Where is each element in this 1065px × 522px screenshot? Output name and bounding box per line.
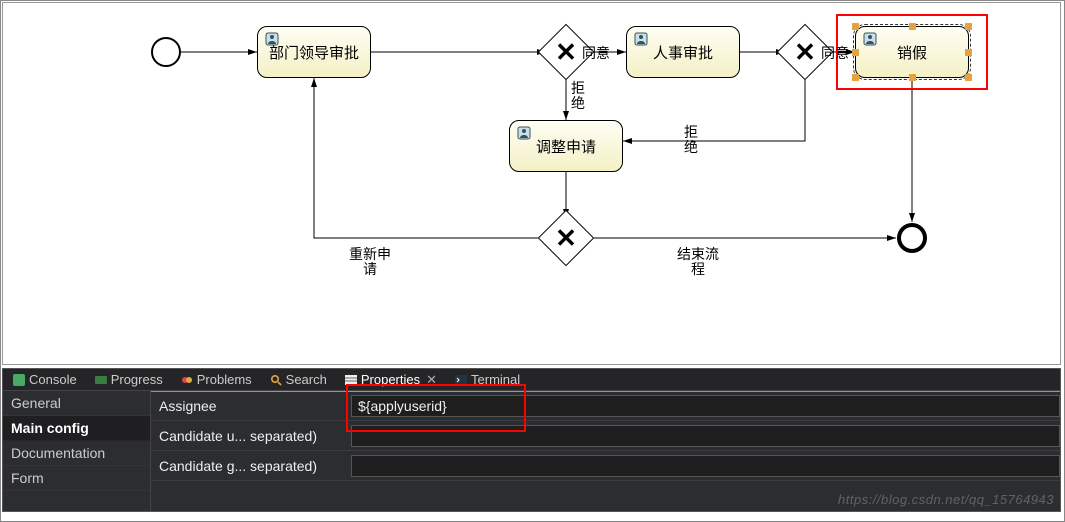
candidate-users-input[interactable] [351, 425, 1060, 447]
tab-console[interactable]: Console [7, 371, 83, 388]
task-hr-approval[interactable]: 人事审批 [626, 26, 740, 78]
resize-handle[interactable] [909, 74, 916, 81]
tab-properties[interactable]: Properties ✕ [339, 371, 443, 389]
tab-label: Search [286, 372, 327, 387]
assignee-label: Assignee [151, 398, 351, 414]
resize-handle[interactable] [909, 23, 916, 30]
resize-handle[interactable] [852, 74, 859, 81]
user-task-icon [863, 32, 877, 46]
sidebar-item-main-config[interactable]: Main config [3, 416, 150, 441]
flow-label-agree: 同意 [582, 46, 610, 61]
problems-icon [181, 374, 193, 386]
search-icon [270, 374, 282, 386]
flow-label-end-flow: 结束流 程 [677, 247, 719, 278]
task-label: 销假 [897, 42, 927, 63]
resize-handle[interactable] [852, 23, 859, 30]
resize-handle[interactable] [965, 23, 972, 30]
start-event[interactable] [151, 37, 181, 67]
resize-handle[interactable] [965, 49, 972, 56]
flow-label-resubmit: 重新申 请 [349, 247, 391, 278]
tab-label: Terminal [471, 372, 520, 387]
resize-handle[interactable] [965, 74, 972, 81]
bpmn-canvas[interactable]: 部门领导审批 ✕ 人事审批 ✕ 销假 调整申请 ✕ 同意 [2, 2, 1061, 365]
tab-label: Problems [197, 372, 252, 387]
task-dept-leader-approval[interactable]: 部门领导审批 [257, 26, 371, 78]
bottom-panel: Console Progress Problems Search Propert… [2, 368, 1061, 512]
properties-sidebar: General Main config Documentation Form [3, 391, 151, 511]
watermark-text: https://blog.csdn.net/qq_15764943 [838, 492, 1054, 507]
tab-label: Properties [361, 372, 420, 387]
tab-terminal[interactable]: Terminal [449, 371, 526, 388]
user-task-icon [265, 32, 279, 46]
gateway-after-adjust[interactable]: ✕ [538, 210, 595, 267]
properties-icon [345, 374, 357, 386]
panel-tabbar: Console Progress Problems Search Propert… [3, 369, 1060, 391]
flow-label-reject: 拒 绝 [571, 81, 585, 112]
tab-label: Progress [111, 372, 163, 387]
tab-progress[interactable]: Progress [89, 371, 169, 388]
task-cancel-leave[interactable]: 销假 [855, 26, 969, 78]
tab-label: Console [29, 372, 77, 387]
candidate-groups-label: Candidate g... separated) [151, 458, 351, 474]
console-icon [13, 374, 25, 386]
flow-label-reject: 拒 绝 [684, 125, 698, 156]
close-icon[interactable]: ✕ [426, 372, 437, 388]
resize-handle[interactable] [852, 49, 859, 56]
sidebar-item-general[interactable]: General [3, 391, 150, 416]
user-task-icon [634, 32, 648, 46]
assignee-input[interactable] [351, 395, 1060, 417]
task-adjust-application[interactable]: 调整申请 [509, 120, 623, 172]
candidate-users-label: Candidate u... separated) [151, 428, 351, 444]
user-task-icon [517, 126, 531, 140]
flow-label-agree: 同意 [821, 46, 849, 61]
tab-search[interactable]: Search [264, 371, 333, 388]
end-event[interactable] [897, 223, 927, 253]
task-label: 调整申请 [536, 136, 596, 157]
progress-icon [95, 374, 107, 386]
sidebar-item-documentation[interactable]: Documentation [3, 441, 150, 466]
task-label: 部门领导审批 [269, 42, 359, 63]
candidate-groups-input[interactable] [351, 455, 1060, 477]
terminal-icon [455, 374, 467, 386]
tab-problems[interactable]: Problems [175, 371, 258, 388]
task-label: 人事审批 [653, 42, 713, 63]
sidebar-item-form[interactable]: Form [3, 466, 150, 491]
